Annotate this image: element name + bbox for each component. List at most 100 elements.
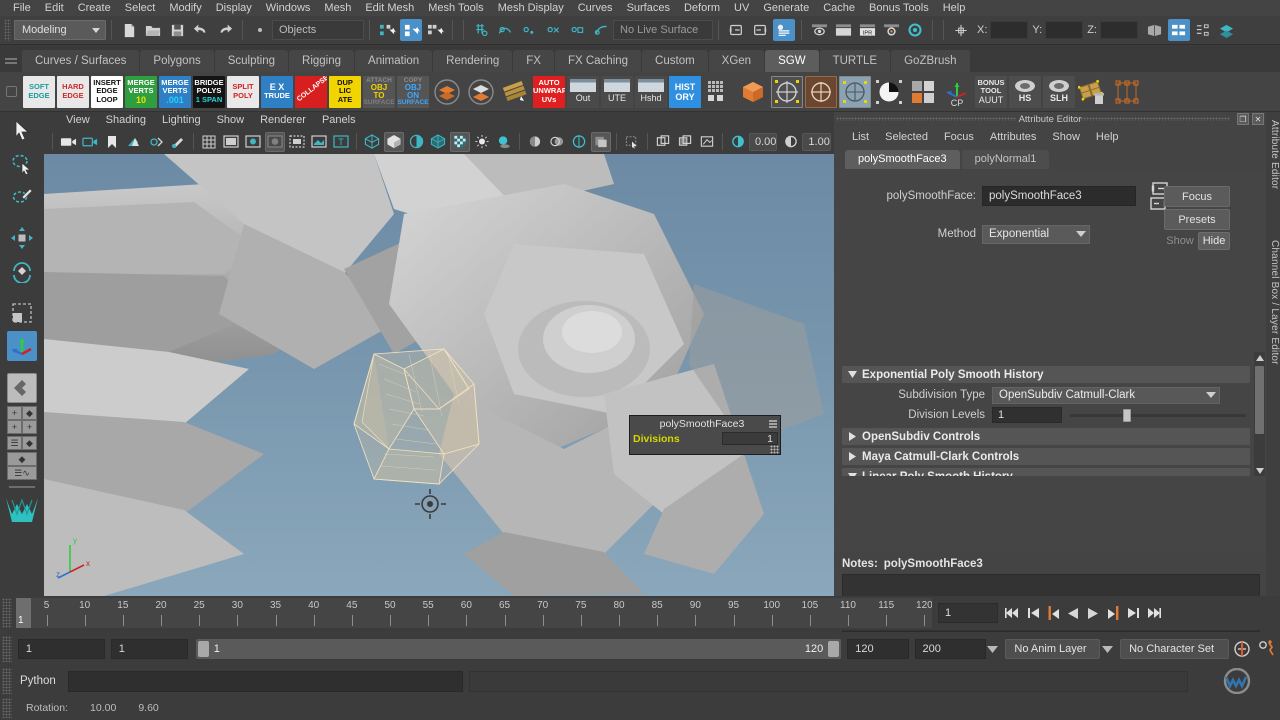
gamma-value[interactable]: 1.00 bbox=[802, 132, 831, 151]
slider-knob[interactable] bbox=[1122, 409, 1131, 422]
menu-edit[interactable]: Edit bbox=[38, 0, 71, 16]
step-forward-keyframe-icon[interactable] bbox=[1124, 603, 1142, 623]
shelf-tab-xgen[interactable]: XGen bbox=[708, 50, 765, 72]
motion-blur-icon[interactable] bbox=[547, 132, 567, 152]
ae-menu-help[interactable]: Help bbox=[1088, 131, 1127, 143]
shelf-button-extrude[interactable]: E X TRUDE bbox=[261, 75, 293, 108]
select-by-hierarchy-icon[interactable] bbox=[376, 19, 398, 41]
ae-menu-show[interactable]: Show bbox=[1044, 131, 1088, 143]
shelf-button-bridge-polys[interactable]: BRIDGE POLYS 1 SPAN bbox=[193, 75, 225, 108]
presets-button[interactable]: Presets bbox=[1164, 209, 1230, 230]
four-view-layout-icon[interactable] bbox=[7, 373, 37, 403]
status-line-grip[interactable] bbox=[4, 19, 11, 41]
show-manipulator-icon[interactable] bbox=[950, 19, 972, 41]
shelf-button-bonus-tool-auut[interactable]: BONUS TOOL AUUT bbox=[975, 75, 1007, 108]
ae-menu-list[interactable]: List bbox=[844, 131, 877, 143]
command-input[interactable] bbox=[68, 670, 463, 692]
open-scene-icon[interactable] bbox=[142, 19, 164, 41]
play-backwards-icon[interactable] bbox=[1064, 603, 1082, 623]
new-scene-icon[interactable] bbox=[118, 19, 140, 41]
step-back-frame-icon[interactable] bbox=[1044, 603, 1062, 623]
film-origin-icon[interactable] bbox=[287, 132, 307, 152]
shelf-button-bake-pivot-icon[interactable] bbox=[805, 75, 837, 108]
undock-icon[interactable]: ❐ bbox=[1237, 113, 1249, 125]
shelf-tab-rigging[interactable]: Rigging bbox=[289, 50, 355, 72]
camera-attributes-icon[interactable] bbox=[80, 132, 100, 152]
snap-to-view-plane-icon[interactable] bbox=[566, 19, 588, 41]
shelf-tab-sculpting[interactable]: Sculpting bbox=[214, 50, 289, 72]
outliner-icon[interactable] bbox=[1144, 19, 1166, 41]
shelf-button-selected-half-icon[interactable] bbox=[873, 76, 905, 108]
shelf-button-copy-obj-on-surface[interactable]: COPY OBJ ON SURFACE bbox=[397, 75, 429, 108]
rotate-tool-icon[interactable] bbox=[7, 256, 37, 286]
shelf-button-cube-icon[interactable] bbox=[737, 76, 769, 108]
live-surface-field[interactable]: No Live Surface bbox=[613, 20, 713, 40]
menu-generate[interactable]: Generate bbox=[756, 0, 816, 16]
image-plane-icon[interactable] bbox=[124, 132, 144, 152]
two-pane-layout-icon[interactable]: + bbox=[7, 406, 22, 420]
exposure-gamma-icon[interactable] bbox=[728, 132, 748, 152]
range-bar[interactable]: 1 120 bbox=[195, 639, 842, 659]
viewport-3d-canvas[interactable]: polySmoothFace3 Divisions 1 y x z bbox=[44, 154, 834, 596]
section-exponential-poly-smooth-history[interactable]: Exponential Poly Smooth History bbox=[842, 366, 1250, 383]
section-linear-poly-smooth-history[interactable]: Linear Poly Smooth History bbox=[842, 468, 1250, 476]
command-line-grip[interactable] bbox=[2, 668, 12, 694]
attribute-editor-scrollbar[interactable] bbox=[1254, 352, 1265, 476]
make-live-icon[interactable] bbox=[590, 19, 612, 41]
x-field[interactable] bbox=[990, 21, 1029, 39]
single-pane-layout-icon[interactable]: ◆ bbox=[22, 406, 37, 420]
ae-menu-focus[interactable]: Focus bbox=[936, 131, 982, 143]
gate-mask-icon[interactable] bbox=[265, 131, 285, 152]
animation-end-field[interactable]: 200 bbox=[914, 639, 986, 659]
menuset-selector[interactable]: Modeling bbox=[14, 20, 106, 40]
xray-joints-icon[interactable] bbox=[653, 132, 673, 152]
shelf-button-duplicate[interactable]: DUP LIC ATE bbox=[329, 75, 361, 108]
hud-divisions-value[interactable]: 1 bbox=[722, 432, 778, 445]
text-overlay-icon[interactable]: T bbox=[331, 132, 351, 152]
render-current-frame-icon[interactable] bbox=[832, 19, 854, 41]
shelf-button-hypershade-window[interactable]: Hshd bbox=[635, 75, 667, 108]
shelf-button-grid-icon[interactable] bbox=[703, 76, 735, 108]
selection-mask-dot-icon[interactable] bbox=[249, 19, 271, 41]
shelf-tab-curves-surfaces[interactable]: Curves / Surfaces bbox=[22, 50, 140, 72]
shelf-button-soft-edge[interactable]: SOFT EDGE bbox=[23, 75, 55, 108]
exposure-value[interactable]: 0.00 bbox=[749, 132, 778, 151]
save-scene-icon[interactable] bbox=[166, 19, 188, 41]
time-ruler[interactable]: 1 5 10 15 20 25 30 35 40 45 50 55 60 65 70 75 80 85 90 95 1… bbox=[16, 598, 932, 628]
flat-shade-icon[interactable] bbox=[406, 132, 426, 152]
scroll-up-arrow-icon[interactable] bbox=[1255, 352, 1264, 363]
persp-graph-layout-icon[interactable]: ☰∿ bbox=[7, 466, 37, 480]
render-sequence-icon[interactable] bbox=[904, 19, 926, 41]
z-field[interactable] bbox=[1099, 21, 1138, 39]
range-slider-grip[interactable] bbox=[2, 636, 12, 662]
menu-surfaces[interactable]: Surfaces bbox=[620, 0, 677, 16]
ae-tab-polynormal1[interactable]: polyNormal1 bbox=[961, 150, 1050, 169]
two-sided-lighting-icon[interactable] bbox=[146, 132, 166, 152]
wireframe-icon[interactable] bbox=[362, 132, 382, 152]
menu-deform[interactable]: Deform bbox=[677, 0, 727, 16]
menu-mesh-display[interactable]: Mesh Display bbox=[491, 0, 571, 16]
open-render-view-icon[interactable] bbox=[808, 19, 830, 41]
viewport-screenshot-icon[interactable] bbox=[697, 132, 717, 152]
shelf-tab-turtle[interactable]: TURTLE bbox=[819, 50, 891, 72]
range-handle-left[interactable] bbox=[197, 641, 209, 657]
xray-icon[interactable] bbox=[622, 132, 642, 152]
ambient-occlusion-icon[interactable] bbox=[525, 132, 545, 152]
isolate-select-icon[interactable] bbox=[591, 131, 611, 152]
anim-layer-dropdown[interactable]: No Anim Layer bbox=[1005, 639, 1101, 659]
textured-icon[interactable] bbox=[450, 131, 470, 152]
film-gate-icon[interactable] bbox=[221, 132, 241, 152]
ae-menu-attributes[interactable]: Attributes bbox=[982, 131, 1044, 143]
shelf-tab-rendering[interactable]: Rendering bbox=[433, 50, 513, 72]
select-by-object-icon[interactable] bbox=[400, 19, 422, 41]
gamma-icon[interactable] bbox=[781, 132, 801, 152]
menu-mesh-tools[interactable]: Mesh Tools bbox=[421, 0, 490, 16]
select-camera-icon[interactable] bbox=[58, 132, 78, 152]
construction-history-icon[interactable] bbox=[773, 19, 795, 41]
lasso-select-tool-icon[interactable] bbox=[7, 148, 37, 178]
exposure-icon[interactable] bbox=[309, 132, 329, 152]
shelf-button-hard-edge[interactable]: HARD EDGE bbox=[57, 75, 89, 108]
last-tool-icon[interactable] bbox=[7, 331, 37, 361]
range-start-field[interactable]: 1 bbox=[110, 639, 188, 659]
division-levels-slider[interactable] bbox=[1070, 407, 1246, 423]
